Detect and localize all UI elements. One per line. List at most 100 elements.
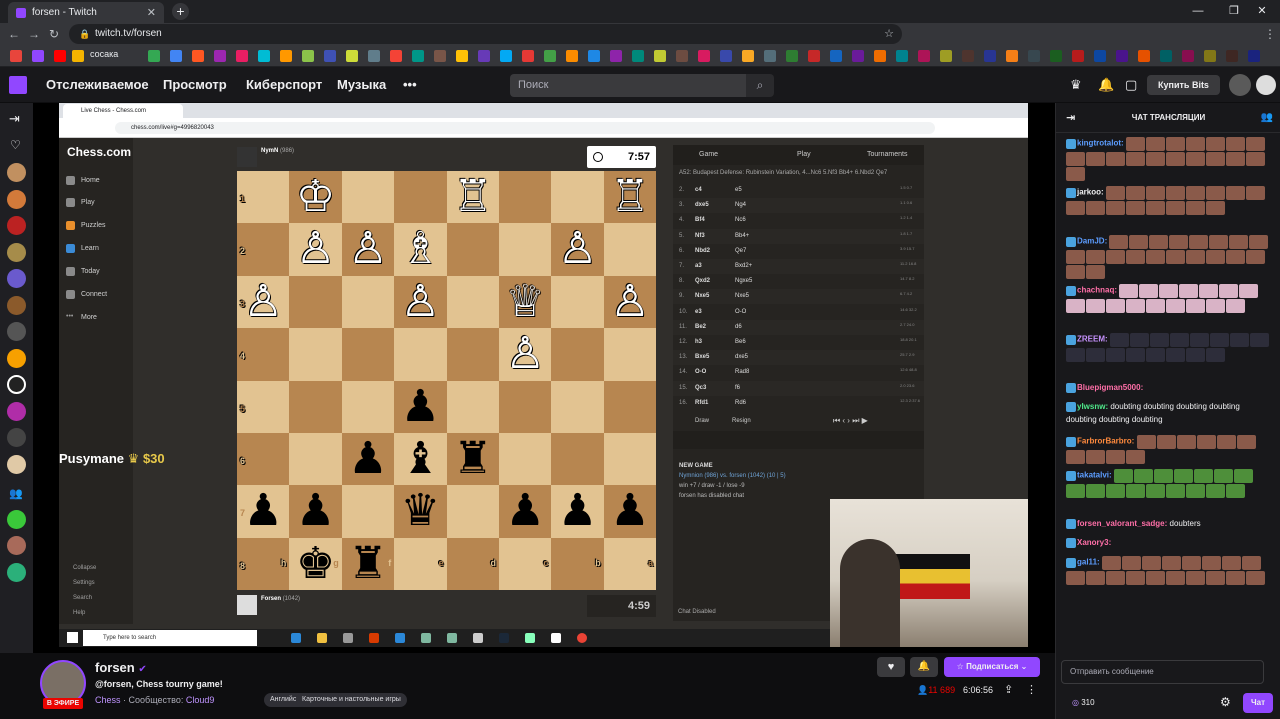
bookmark-icon[interactable] bbox=[544, 50, 556, 62]
notification-bell-button[interactable]: 🔔 bbox=[910, 657, 938, 677]
bookmark-icon[interactable] bbox=[852, 50, 864, 62]
bookmark-icon[interactable] bbox=[1094, 50, 1106, 62]
bookmark-icon[interactable] bbox=[676, 50, 688, 62]
forward-arrow-icon[interactable]: → bbox=[26, 26, 42, 42]
game-link[interactable]: Chess bbox=[95, 695, 121, 705]
channel-avatar[interactable] bbox=[7, 563, 26, 582]
bookmark-icon[interactable] bbox=[10, 50, 22, 62]
back-arrow-icon[interactable]: ← bbox=[6, 26, 22, 42]
bookmark-icon[interactable] bbox=[456, 50, 468, 62]
channel-avatar[interactable] bbox=[7, 428, 26, 447]
channel-avatar[interactable] bbox=[7, 510, 26, 529]
bookmark-star-icon[interactable]: ☆ bbox=[884, 24, 894, 44]
bookmark-icon[interactable] bbox=[896, 50, 908, 62]
channel-avatar[interactable] bbox=[7, 269, 26, 288]
bookmark-icon[interactable] bbox=[1072, 50, 1084, 62]
bookmark-icon[interactable] bbox=[192, 50, 204, 62]
channel-avatar[interactable] bbox=[7, 349, 26, 368]
chat-username[interactable]: jarkoo: bbox=[1077, 188, 1104, 197]
profile-avatar[interactable] bbox=[1256, 75, 1276, 95]
channel-avatar[interactable] bbox=[7, 190, 26, 209]
nav-more-icon[interactable]: ••• bbox=[403, 77, 417, 92]
follow-heart-button[interactable]: ♥ bbox=[877, 657, 905, 677]
chat-username[interactable]: ZREEM: bbox=[1077, 335, 1108, 344]
bookmark-icon[interactable] bbox=[412, 50, 424, 62]
bookmark-icon[interactable] bbox=[54, 50, 66, 62]
bookmark-icon[interactable] bbox=[940, 50, 952, 62]
chat-username[interactable]: FarbrorBarbro: bbox=[1077, 437, 1134, 446]
browser-tab[interactable]: forsen - Twitch ✕ bbox=[8, 2, 164, 23]
recommended-users-icon[interactable]: 👥 bbox=[9, 487, 23, 500]
chat-username[interactable]: ylwsnw: bbox=[1077, 402, 1108, 411]
new-tab-button[interactable]: + bbox=[172, 3, 189, 20]
chat-username[interactable]: DamJD: bbox=[1077, 237, 1107, 246]
search-icon[interactable]: ⌕ bbox=[746, 74, 774, 97]
channel-avatar[interactable] bbox=[7, 296, 26, 315]
notifications-bell-icon[interactable]: 🔔 bbox=[1098, 77, 1114, 93]
bookmark-icon[interactable] bbox=[368, 50, 380, 62]
heart-icon[interactable]: ♡ bbox=[10, 138, 21, 152]
bookmark-icon[interactable] bbox=[1248, 50, 1260, 62]
bookmark-icon[interactable] bbox=[654, 50, 666, 62]
bookmark-icon[interactable] bbox=[390, 50, 402, 62]
tag-category[interactable]: Карточные и настольные игры bbox=[296, 693, 407, 707]
channel-avatar[interactable] bbox=[7, 375, 26, 394]
buy-bits-button[interactable]: Купить Bits bbox=[1147, 75, 1220, 95]
nav-following[interactable]: Отслеживаемое bbox=[46, 77, 149, 92]
browser-menu-icon[interactable]: ⋮ bbox=[1262, 26, 1278, 42]
bookmark-icon[interactable] bbox=[434, 50, 446, 62]
bookmark-icon[interactable] bbox=[830, 50, 842, 62]
bookmark-icon[interactable] bbox=[236, 50, 248, 62]
channel-avatar[interactable] bbox=[7, 402, 26, 421]
channel-avatar[interactable] bbox=[7, 455, 26, 474]
bookmark-icon[interactable] bbox=[324, 50, 336, 62]
close-window-button[interactable]: ✕ bbox=[1244, 0, 1280, 23]
bookmark-icon[interactable] bbox=[698, 50, 710, 62]
bookmark-icon[interactable] bbox=[566, 50, 578, 62]
channel-avatar[interactable] bbox=[7, 216, 26, 235]
close-tab-icon[interactable]: ✕ bbox=[147, 6, 156, 19]
chat-users-icon[interactable]: 👥 bbox=[1261, 103, 1273, 133]
bookmark-icon[interactable] bbox=[1204, 50, 1216, 62]
subscribe-button[interactable]: ☆ Подписаться ⌄ bbox=[944, 657, 1040, 677]
channel-points[interactable]: ◎ 310 bbox=[1072, 698, 1095, 707]
bookmark-icon[interactable] bbox=[632, 50, 644, 62]
bookmark-icon[interactable] bbox=[1006, 50, 1018, 62]
bookmark-icon[interactable] bbox=[346, 50, 358, 62]
search-input[interactable]: Поиск bbox=[510, 74, 746, 97]
bookmark-item[interactable]: сосака bbox=[90, 49, 118, 59]
collapse-chat-icon[interactable]: ⇥ bbox=[1066, 103, 1075, 133]
chat-username[interactable]: forsen_valorant_sadge: bbox=[1077, 519, 1167, 528]
nav-music[interactable]: Музыка bbox=[337, 77, 386, 92]
reload-icon[interactable]: ↻ bbox=[46, 26, 62, 42]
minimize-window-button[interactable]: — bbox=[1180, 0, 1216, 23]
bookmark-icon[interactable] bbox=[764, 50, 776, 62]
bookmark-icon[interactable] bbox=[32, 50, 44, 62]
bookmark-icon[interactable] bbox=[148, 50, 160, 62]
bookmark-icon[interactable] bbox=[808, 50, 820, 62]
chat-username[interactable]: gal11: bbox=[1077, 558, 1100, 567]
bookmark-icon[interactable] bbox=[170, 50, 182, 62]
bookmark-icon[interactable] bbox=[1160, 50, 1172, 62]
nav-browse[interactable]: Просмотр bbox=[163, 77, 227, 92]
bookmark-icon[interactable] bbox=[522, 50, 534, 62]
channel-avatar[interactable] bbox=[7, 536, 26, 555]
bookmark-icon[interactable] bbox=[258, 50, 270, 62]
whispers-icon[interactable]: ▢ bbox=[1125, 77, 1137, 93]
twitch-logo-icon[interactable] bbox=[9, 76, 27, 94]
crown-icon[interactable]: ♛ bbox=[1070, 77, 1082, 93]
channel-name[interactable]: forsen ✔ bbox=[95, 660, 147, 675]
collapse-sidebar-icon[interactable]: ⇥ bbox=[9, 111, 20, 127]
bookmark-icon[interactable] bbox=[1028, 50, 1040, 62]
chat-input[interactable]: Отправить сообщение bbox=[1061, 660, 1264, 684]
bookmark-icon[interactable] bbox=[72, 50, 84, 62]
channel-avatar[interactable] bbox=[7, 163, 26, 182]
channel-avatar[interactable] bbox=[7, 243, 26, 262]
bookmark-icon[interactable] bbox=[500, 50, 512, 62]
bookmark-icon[interactable] bbox=[786, 50, 798, 62]
bookmark-icon[interactable] bbox=[918, 50, 930, 62]
bookmark-icon[interactable] bbox=[742, 50, 754, 62]
bookmark-icon[interactable] bbox=[1226, 50, 1238, 62]
bookmark-icon[interactable] bbox=[984, 50, 996, 62]
chat-settings-icon[interactable]: ⚙ bbox=[1220, 695, 1231, 709]
